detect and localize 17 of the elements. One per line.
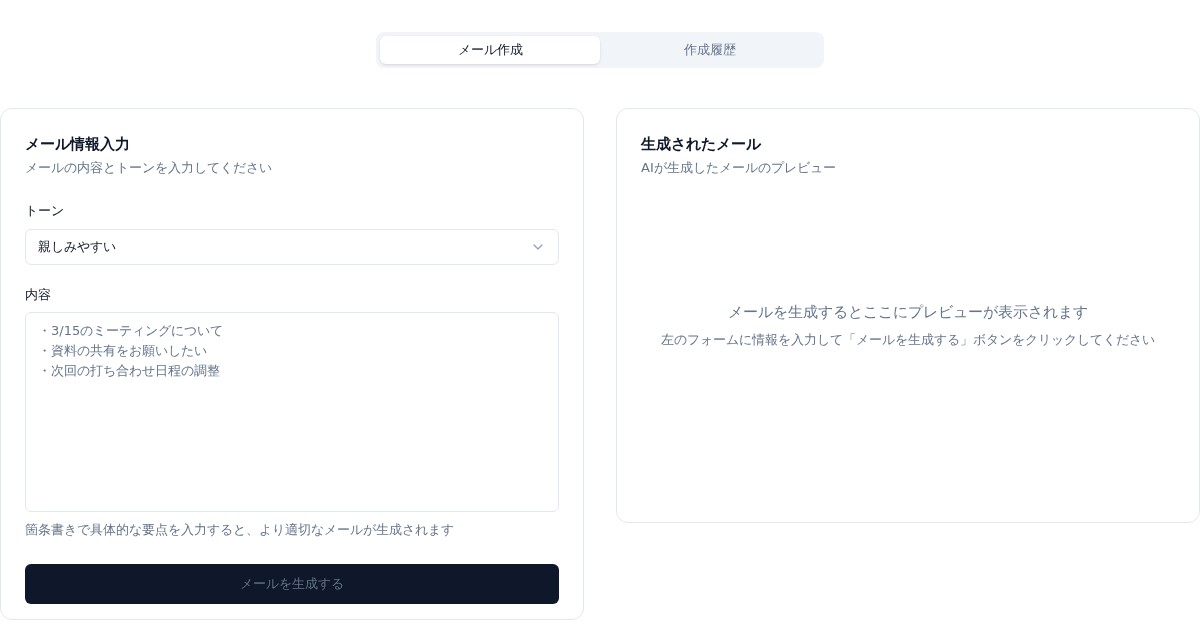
placeholder-line: ・資料の共有をお願いしたい: [38, 342, 208, 360]
empty-text: 左のフォームに情報を入力して「メールを生成する」ボタンをクリックしてください: [661, 331, 1155, 350]
card-title: 生成されたメール: [641, 134, 762, 155]
tone-select[interactable]: 親しみやすい: [25, 228, 559, 265]
content-field[interactable]: ・3/15のミーティングについて ・資料の共有をお願いしたい ・次回の打ち合わせ日程の調整: [25, 312, 559, 512]
hint-text: 箇条書きで具体的な要点を入力すると、より適切なメールが生成されます: [25, 521, 455, 539]
tab[interactable]: メール作成: [380, 36, 600, 64]
tab[interactable]: 作成履歴: [600, 36, 820, 64]
placeholder-line: ・3/15のミーティングについて: [38, 322, 225, 340]
card-subtitle: メールの内容とトーンを入力してください: [25, 158, 273, 177]
empty-title: メールを生成するとここにプレビューが表示されます: [728, 301, 1088, 323]
field-label: トーン: [25, 202, 65, 220]
card-title: メール情報入力: [25, 134, 131, 155]
field-label: 内容: [25, 285, 52, 304]
placeholder-line: ・次回の打ち合わせ日程の調整: [38, 362, 221, 380]
select-value: 親しみやすい: [38, 237, 116, 256]
card-subtitle: AIが生成したメールのプレビュー: [641, 158, 837, 177]
